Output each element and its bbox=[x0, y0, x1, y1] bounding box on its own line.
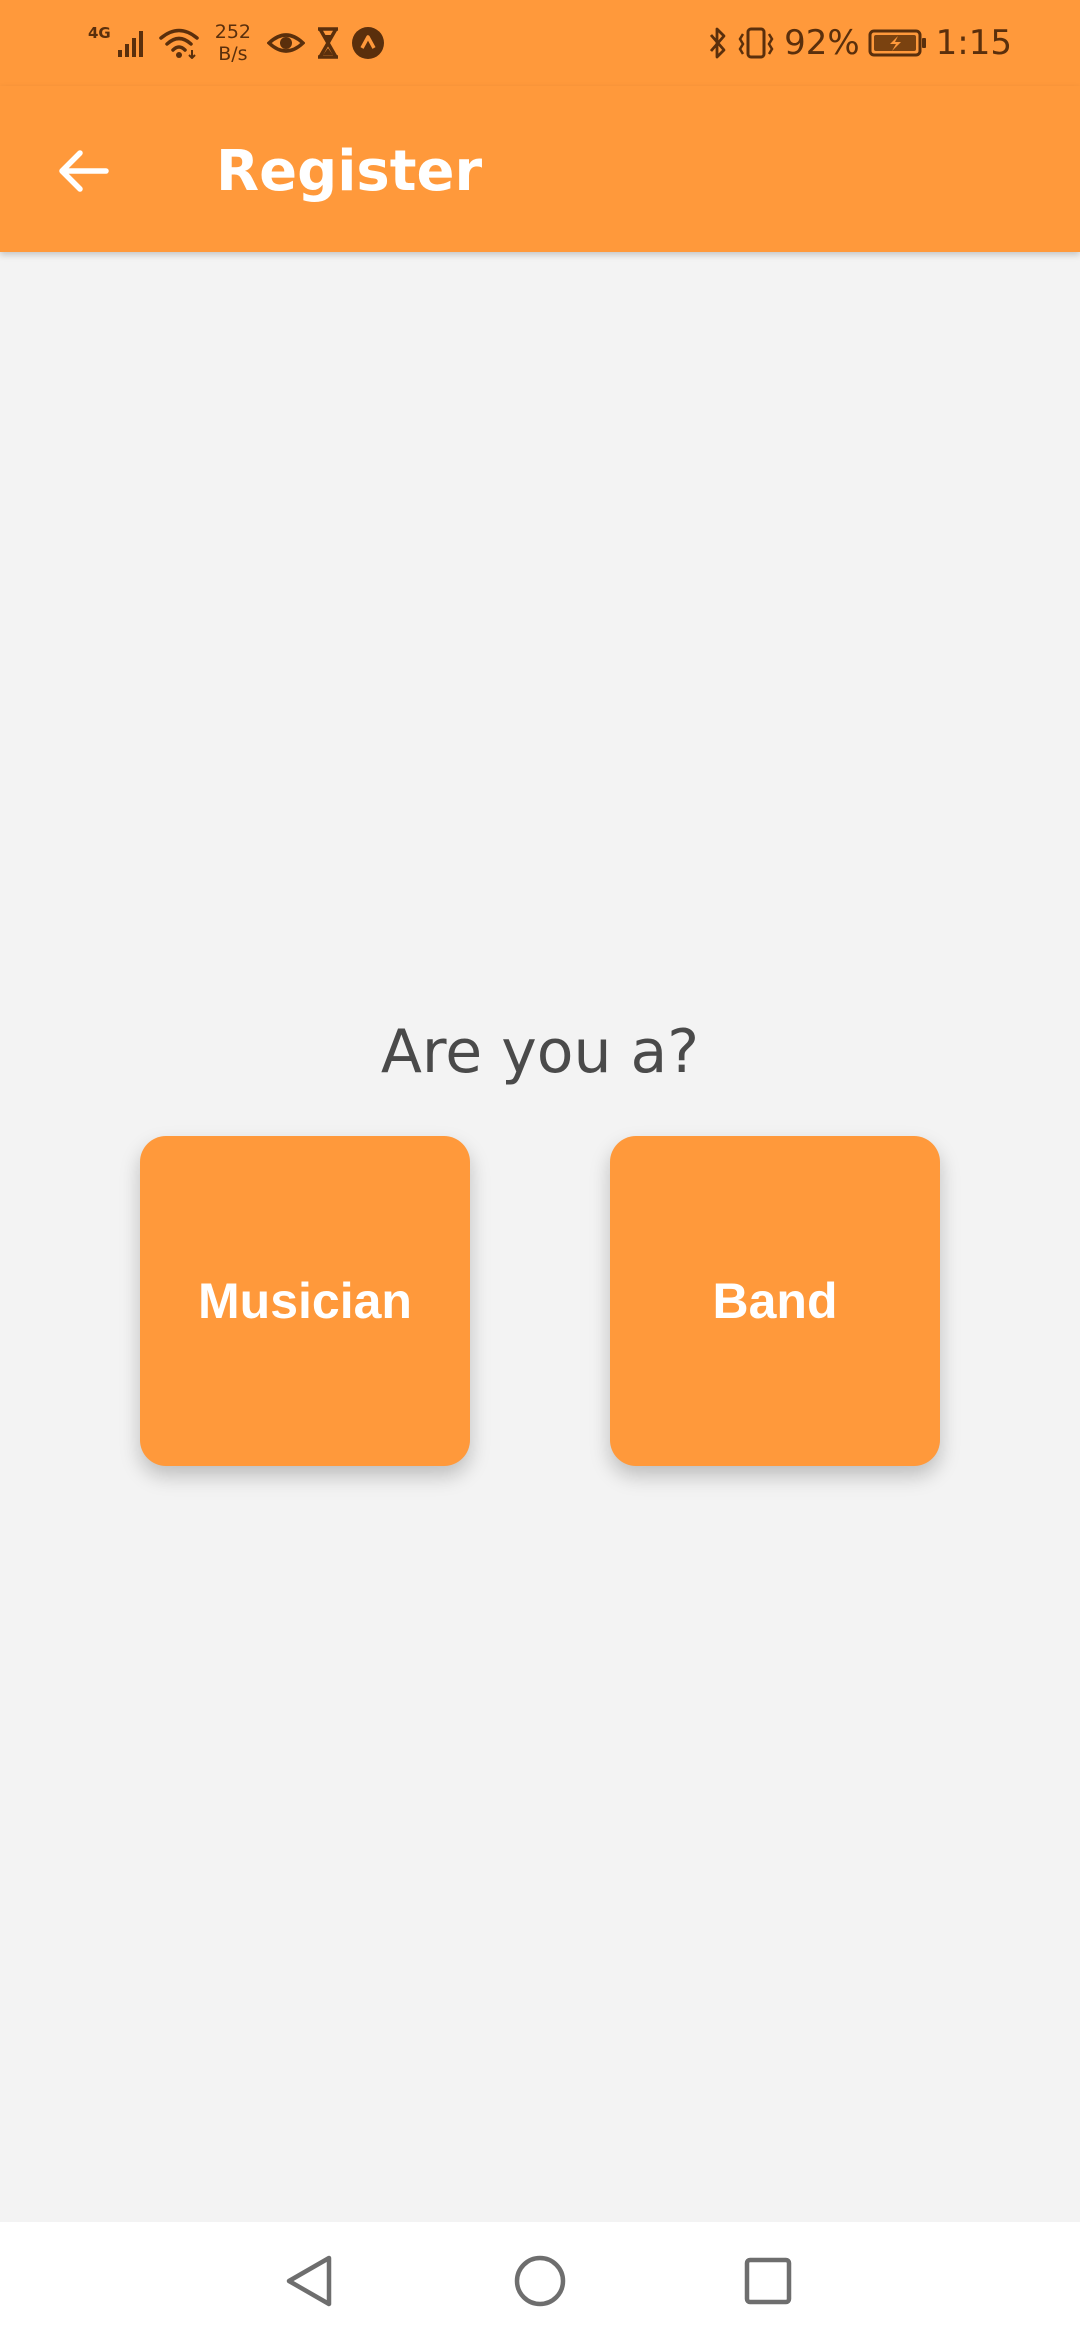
network-speed-value: 252 bbox=[214, 21, 252, 43]
wifi-icon bbox=[159, 27, 199, 59]
network-speed: 252 B/s bbox=[215, 21, 251, 65]
nav-back-icon bbox=[283, 2253, 335, 2309]
arrow-left-icon bbox=[56, 148, 110, 194]
status-right-group: 92% 1:15 bbox=[708, 18, 1012, 68]
bluetooth-icon bbox=[708, 26, 728, 60]
role-prompt: Are you a? bbox=[380, 1017, 700, 1087]
vibrate-icon bbox=[736, 26, 776, 60]
back-button[interactable] bbox=[46, 134, 120, 208]
battery-percent: 92% bbox=[784, 23, 860, 63]
app-bar: Register bbox=[0, 86, 1080, 252]
status-left-group: 4G 252 B/s bbox=[88, 18, 385, 68]
nav-recents-icon bbox=[742, 2255, 794, 2307]
hourglass-icon bbox=[315, 27, 341, 59]
status-bar: 4G 252 B/s 92% 1:15 bbox=[0, 0, 1080, 86]
battery-charging-icon bbox=[868, 28, 928, 58]
clock-time: 1:15 bbox=[935, 23, 1012, 63]
nav-home-icon bbox=[512, 2253, 568, 2309]
eye-icon bbox=[267, 30, 306, 56]
nav-home-button[interactable] bbox=[503, 2244, 577, 2318]
nav-recents-button[interactable] bbox=[731, 2244, 805, 2318]
network-type-label: 4G bbox=[88, 24, 111, 42]
signal-icon bbox=[117, 28, 149, 58]
system-navigation-bar bbox=[0, 2222, 1080, 2340]
network-speed-unit: B/s bbox=[218, 43, 248, 65]
musician-button[interactable]: Musician bbox=[140, 1136, 470, 1466]
app-notification-icon bbox=[351, 26, 385, 60]
band-button[interactable]: Band bbox=[610, 1136, 940, 1466]
page-title: Register bbox=[216, 139, 483, 204]
nav-back-button[interactable] bbox=[272, 2244, 346, 2318]
